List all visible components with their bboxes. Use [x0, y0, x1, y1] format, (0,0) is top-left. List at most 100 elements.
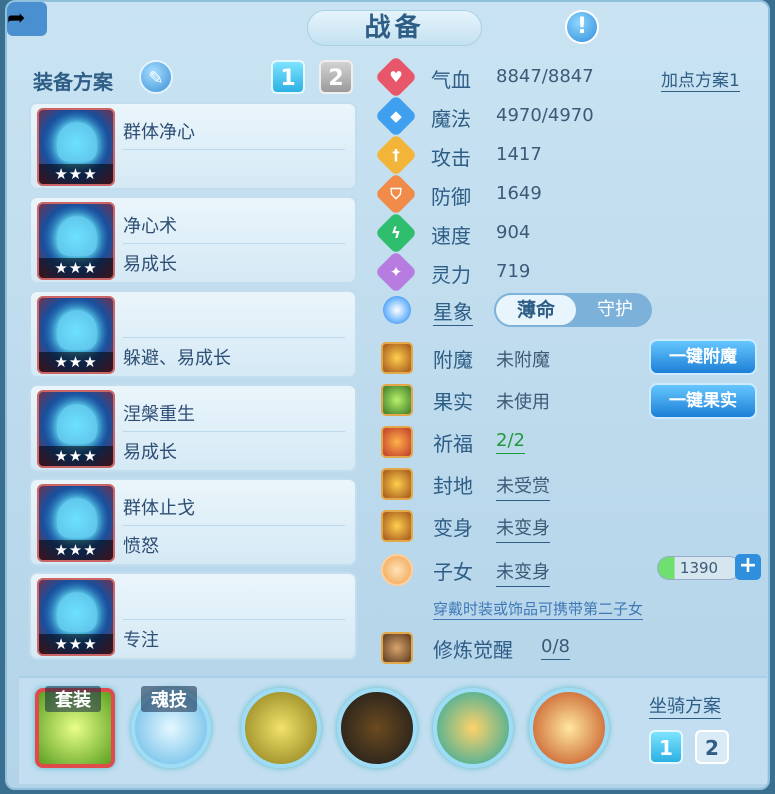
feature-label: 变身 [433, 516, 473, 540]
feature-row-transform: 变身 未变身 [371, 506, 766, 544]
feature-row-blessing: 祈福 2/2 [371, 422, 766, 460]
equipment-trait: 易成长 [123, 254, 177, 275]
equipment-card-5[interactable]: ★★★ 群体止戈 愤怒 [29, 478, 357, 566]
stat-value: 719 [496, 261, 531, 282]
child-note-link[interactable]: 穿戴时装或饰品可携带第二子女 [433, 598, 644, 620]
star-row: 星象 薄命 守护 [371, 290, 766, 330]
feature-value[interactable]: 未受赏 [496, 472, 550, 501]
aura-skill-icon[interactable] [529, 688, 609, 768]
page-title: 战备 [307, 10, 482, 46]
mount-plan-1-button[interactable]: 1 [649, 730, 683, 764]
spirit-icon: ✦ [374, 250, 418, 294]
equipment-card-6[interactable]: ★★★ 专注 [29, 572, 357, 660]
stat-value: 4970/4970 [496, 105, 594, 126]
star-option-1[interactable]: 薄命 [496, 295, 576, 325]
bottom-bar: 套装 魂技 坐骑方案 1 2 [19, 676, 767, 784]
feature-label: 封地 [433, 474, 473, 498]
transform-icon [381, 510, 413, 542]
feature-label: 子女 [433, 560, 473, 584]
star-rating: ★★★ [39, 258, 113, 278]
star-rating: ★★★ [39, 540, 113, 560]
star-label[interactable]: 星象 [433, 296, 473, 326]
equipment-name: 涅槃重生 [123, 404, 195, 425]
feature-value[interactable]: 未变身 [496, 514, 550, 543]
exclamation-icon[interactable]: ! [565, 10, 599, 44]
feature-value: 未使用 [496, 392, 550, 413]
stat-row-defense: ⛉ 防御 1649 [371, 172, 766, 216]
star-rating: ★★★ [39, 164, 113, 184]
fief-icon [381, 468, 413, 500]
stat-label: 气血 [431, 68, 471, 92]
equipment-list: ★★★ 群体净心 ★★★ 净心术 易成长 ★★★ 躲避、易成长 ★★★ 涅槃重生 [29, 102, 357, 666]
lightning-icon: ϟ [374, 211, 418, 255]
mount-plan-label: 坐骑方案 [649, 692, 721, 719]
equipment-name: 群体净心 [123, 122, 195, 143]
stat-row-mp: ◆ 魔法 4970/4970 [371, 94, 766, 138]
cultivation-icon [381, 632, 413, 664]
blessing-icon [381, 426, 413, 458]
equipment-icon: ★★★ [37, 390, 115, 468]
equipment-card-2[interactable]: ★★★ 净心术 易成长 [29, 196, 357, 284]
equipment-plan-2-button[interactable]: 2 [319, 60, 353, 94]
equipment-name: 群体止戈 [123, 498, 195, 519]
shield-skill-icon[interactable] [241, 688, 321, 768]
equipment-icon: ★★★ [37, 484, 115, 562]
equipment-icon: ★★★ [37, 296, 115, 374]
feature-value[interactable]: 未变身 [496, 558, 550, 587]
beast-skill-icon[interactable] [337, 688, 417, 768]
attributes-section: ♥ 气血 8847/8847 ◆ 魔法 4970/4970 † 攻击 1417 … [371, 55, 766, 666]
child-icon [381, 554, 413, 586]
feature-label: 果实 [433, 390, 473, 414]
addpoint-plan-link[interactable]: 加点方案1 [661, 66, 740, 92]
equipment-panel: 战备 ! ➦ 装备方案 ✎ 1 2 ★★★ 群体净心 ★★★ 净心术 易成长 ★… [5, 0, 770, 790]
equipment-card-3[interactable]: ★★★ 躲避、易成长 [29, 290, 357, 378]
equipment-icon: ★★★ [37, 202, 115, 280]
stat-row-spirit: ✦ 灵力 719 [371, 250, 766, 294]
feature-row-cultivation: 修炼觉醒 0/8 [371, 628, 766, 666]
feature-label: 附魔 [433, 348, 473, 372]
stat-label: 攻击 [431, 146, 471, 170]
one-click-enchant-button[interactable]: 一键附魔 [649, 339, 757, 375]
star-sign-icon [383, 296, 411, 324]
equipment-card-4[interactable]: ★★★ 涅槃重生 易成长 [29, 384, 357, 472]
mount-plan-2-button[interactable]: 2 [695, 730, 729, 764]
wind-skill-icon[interactable] [433, 688, 513, 768]
equipment-trait: 愤怒 [123, 536, 159, 557]
one-click-fruit-button[interactable]: 一键果实 [649, 383, 757, 419]
stat-value: 1417 [496, 144, 542, 165]
edit-icon[interactable]: ✎ [139, 60, 173, 94]
stat-row-speed: ϟ 速度 904 [371, 211, 766, 255]
feature-label: 祈福 [433, 432, 473, 456]
feature-value[interactable]: 2/2 [496, 430, 525, 454]
stat-row-attack: † 攻击 1417 [371, 133, 766, 177]
feature-row-child: 子女 未变身 1390 + [371, 550, 766, 588]
star-option-2[interactable]: 守护 [580, 295, 650, 325]
plus-icon[interactable]: + [735, 554, 761, 580]
shield-icon: ⛉ [374, 172, 418, 216]
star-toggle[interactable]: 薄命 守护 [494, 293, 652, 327]
equipment-plan-1-button[interactable]: 1 [271, 60, 305, 94]
share-icon[interactable]: ➦ [7, 2, 47, 36]
sword-icon: † [374, 133, 418, 177]
star-rating: ★★★ [39, 446, 113, 466]
equipment-plan-label: 装备方案 [33, 70, 113, 94]
equipment-trait: 躲避、易成长 [123, 348, 231, 369]
enchant-icon [381, 342, 413, 374]
equipment-card-1[interactable]: ★★★ 群体净心 [29, 102, 357, 190]
child-progress-bar: 1390 [657, 556, 741, 580]
feature-row-fief: 封地 未受赏 [371, 464, 766, 502]
mana-icon: ◆ [374, 94, 418, 138]
stat-label: 防御 [431, 185, 471, 209]
stat-value: 904 [496, 222, 531, 243]
feature-label: 修炼觉醒 [433, 638, 513, 662]
equipment-icon: ★★★ [37, 108, 115, 186]
stat-label: 灵力 [431, 263, 471, 287]
feature-value: 未附魔 [496, 350, 550, 371]
feature-value[interactable]: 0/8 [541, 636, 570, 660]
stat-value: 8847/8847 [496, 66, 594, 87]
feature-row-fruit: 果实 未使用 一键果实 [371, 380, 766, 419]
stat-value: 1649 [496, 183, 542, 204]
star-rating: ★★★ [39, 352, 113, 372]
stat-label: 速度 [431, 224, 471, 248]
feature-row-enchant: 附魔 未附魔 一键附魔 [371, 338, 766, 376]
